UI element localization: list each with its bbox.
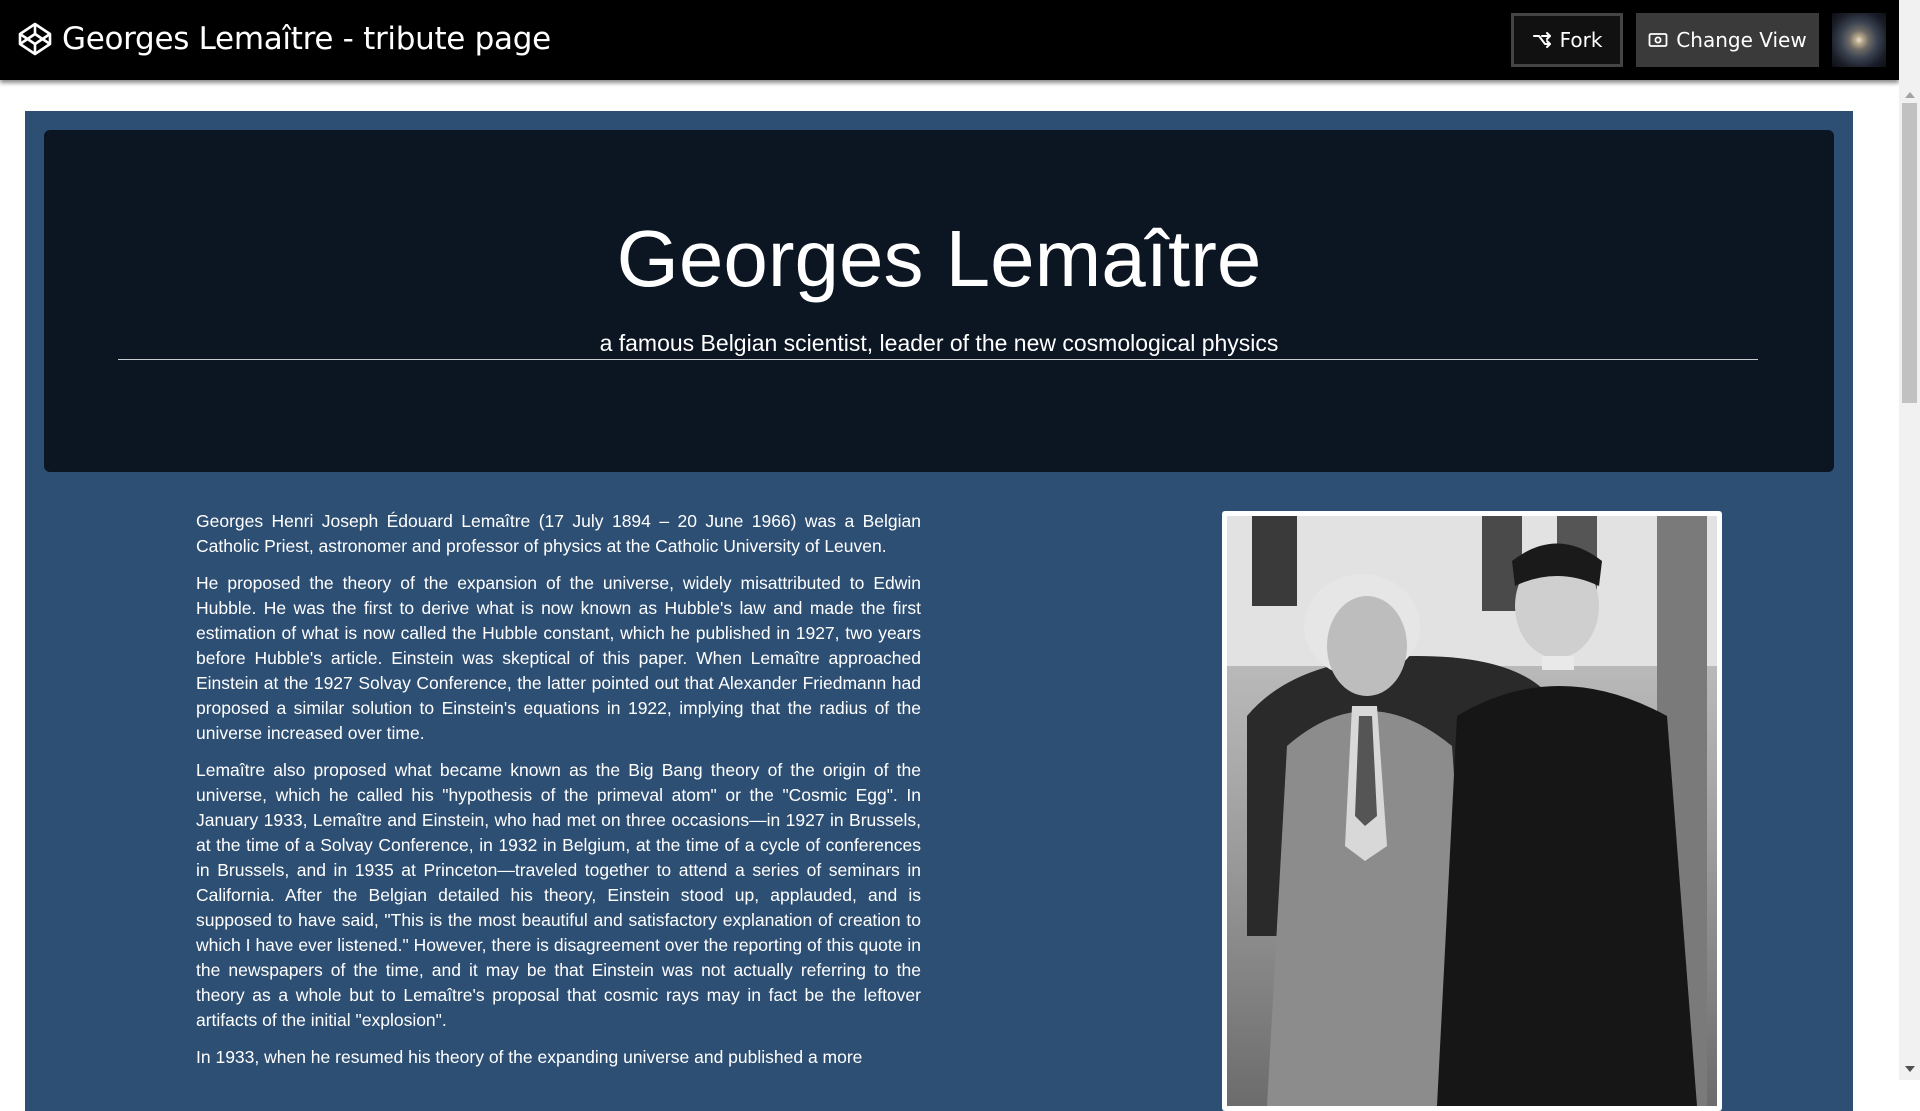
page-scrollbar[interactable] — [1899, 0, 1920, 1080]
scrollbar-thumb[interactable] — [1902, 103, 1917, 403]
user-avatar[interactable] — [1832, 13, 1886, 67]
top-bar: Georges Lemaître - tribute page Fork Cha… — [0, 0, 1899, 80]
change-view-label: Change View — [1676, 28, 1807, 52]
bio-paragraph: In 1933, when he resumed his theory of t… — [196, 1047, 863, 1067]
einstein-lemaitre-photo — [1227, 516, 1717, 1106]
fork-label: Fork — [1559, 28, 1603, 52]
bio-paragraph: He proposed the theory of the expansion … — [196, 573, 921, 743]
codepen-cube-icon[interactable] — [17, 21, 53, 57]
page-title: Georges Lemaître — [616, 214, 1262, 303]
scroll-down-arrow-icon[interactable] — [1905, 1066, 1915, 1072]
photo-frame — [1222, 511, 1722, 1111]
bio-paragraph: Lemaître also proposed what became known… — [196, 760, 921, 1030]
header-divider — [118, 359, 1758, 360]
change-view-button[interactable]: Change View — [1636, 13, 1819, 67]
bio-paragraph: Georges Henri Joseph Édouard Lemaître (1… — [196, 511, 921, 556]
title-header: Georges Lemaître a famous Belgian scient… — [44, 130, 1834, 472]
fork-icon — [1532, 32, 1551, 48]
fork-button[interactable]: Fork — [1511, 13, 1623, 67]
app-title: Georges Lemaître - tribute page — [62, 21, 551, 57]
biography-text: Georges Henri Joseph Édouard Lemaître (1… — [196, 509, 921, 1082]
eye-icon — [1648, 33, 1668, 47]
scroll-up-arrow-icon[interactable] — [1905, 92, 1915, 98]
page-subtitle: a famous Belgian scientist, leader of th… — [599, 330, 1279, 356]
tribute-page: Georges Lemaître a famous Belgian scient… — [25, 111, 1853, 1111]
